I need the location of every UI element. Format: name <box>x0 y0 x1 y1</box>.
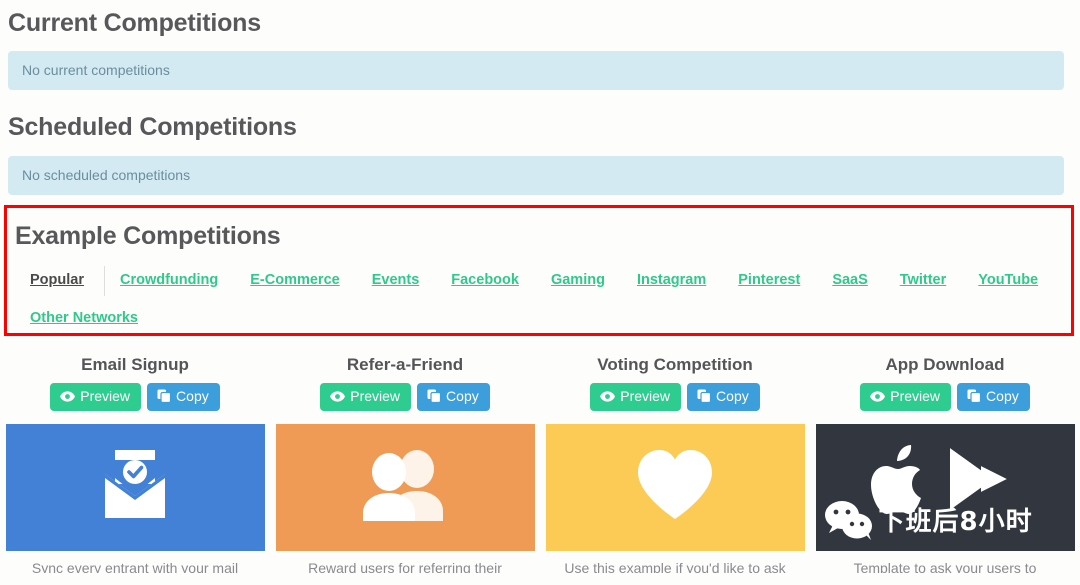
eye-icon <box>60 391 76 402</box>
copy-button-label: Copy <box>986 388 1019 404</box>
example-competitions-panel: Example Competitions Popular Crowdfundin… <box>4 205 1074 336</box>
copy-button-label: Copy <box>176 388 209 404</box>
eye-icon <box>330 391 346 402</box>
current-competitions-empty-alert: No current competitions <box>8 51 1064 90</box>
card-actions: Preview Copy <box>50 383 220 411</box>
tab-saas[interactable]: SaaS <box>817 266 884 296</box>
tab-e-commerce[interactable]: E-Commerce <box>235 266 356 296</box>
copy-icon <box>697 389 712 404</box>
copy-button-label: Copy <box>446 388 479 404</box>
card-title: App Download <box>885 355 1005 374</box>
current-competitions-heading: Current Competitions <box>8 9 261 37</box>
scheduled-competitions-empty-alert: No scheduled competitions <box>8 156 1064 195</box>
card-thumbnail[interactable] <box>5 423 265 551</box>
card-description: Use this example if you'd like to ask <box>564 559 786 573</box>
scheduled-competitions-heading: Scheduled Competitions <box>8 113 297 141</box>
example-competitions-page: Current Competitions No current competit… <box>0 0 1080 585</box>
template-card: Email Signup Preview Copy Sync every ent… <box>0 355 270 573</box>
card-thumbnail[interactable] <box>545 423 805 551</box>
tab-crowdfunding[interactable]: Crowdfunding <box>105 266 235 296</box>
card-title: Refer-a-Friend <box>346 355 464 374</box>
tab-popular[interactable]: Popular <box>15 266 105 296</box>
card-title: Email Signup <box>81 355 189 374</box>
envelope-check-icon <box>93 448 177 527</box>
template-card: Voting Competition Preview Copy Use this… <box>540 355 810 573</box>
card-thumbnail[interactable] <box>275 423 535 551</box>
copy-button[interactable]: Copy <box>957 383 1030 411</box>
tab-twitter[interactable]: Twitter <box>885 266 963 296</box>
copy-icon <box>967 389 982 404</box>
preview-button-label: Preview <box>620 388 671 404</box>
tab-facebook[interactable]: Facebook <box>436 266 536 296</box>
card-actions: Preview Copy <box>590 383 760 411</box>
copy-icon <box>157 389 172 404</box>
tab-pinterest[interactable]: Pinterest <box>723 266 817 296</box>
preview-button-label: Preview <box>890 388 941 404</box>
copy-icon <box>427 389 442 404</box>
eye-icon <box>870 391 886 402</box>
copy-button[interactable]: Copy <box>147 383 220 411</box>
template-card-grid: Email Signup Preview Copy Sync every ent… <box>0 355 1080 573</box>
copy-button[interactable]: Copy <box>417 383 490 411</box>
tab-youtube[interactable]: YouTube <box>963 266 1055 296</box>
card-title: Voting Competition <box>597 355 753 374</box>
wechat-icon <box>824 500 876 545</box>
category-tabs: Popular Crowdfunding E-Commerce Events F… <box>15 266 1063 334</box>
preview-button-label: Preview <box>80 388 131 404</box>
preview-button[interactable]: Preview <box>860 383 952 411</box>
eye-icon <box>600 391 616 402</box>
preview-button[interactable]: Preview <box>320 383 412 411</box>
card-thumbnail[interactable]: 下班后8小时 <box>815 423 1075 551</box>
watermark-text: 下班后8小时 <box>878 507 1033 538</box>
wechat-watermark: 下班后8小时 <box>824 500 1033 545</box>
copy-button-label: Copy <box>716 388 749 404</box>
card-description: Template to ask your users to <box>853 559 1037 573</box>
template-card: Refer-a-Friend Preview Copy Reward users… <box>270 355 540 573</box>
preview-button[interactable]: Preview <box>50 383 142 411</box>
tab-gaming[interactable]: Gaming <box>536 266 622 296</box>
example-competitions-heading: Example Competitions <box>15 222 281 250</box>
preview-button-label: Preview <box>350 388 401 404</box>
copy-button[interactable]: Copy <box>687 383 760 411</box>
tab-other-networks[interactable]: Other Networks <box>15 304 155 334</box>
card-actions: Preview Copy <box>320 383 490 411</box>
tab-events[interactable]: Events <box>357 266 437 296</box>
card-description: Reward users for referring their <box>308 559 502 573</box>
card-actions: Preview Copy <box>860 383 1030 411</box>
heart-icon <box>636 449 714 526</box>
template-card: App Download Preview Copy 下班后8小时 Templat… <box>810 355 1080 573</box>
preview-button[interactable]: Preview <box>590 383 682 411</box>
two-people-icon <box>355 449 455 526</box>
card-description: Sync every entrant with your mail <box>31 559 239 573</box>
tab-instagram[interactable]: Instagram <box>622 266 723 296</box>
